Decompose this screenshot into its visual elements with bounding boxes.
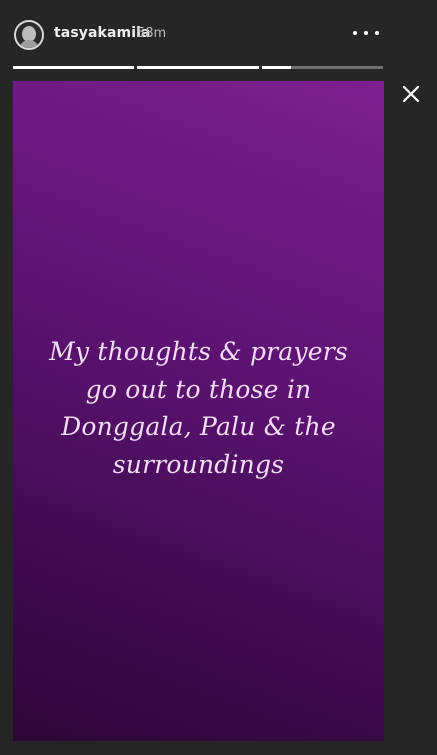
close-icon (402, 85, 420, 103)
more-horizontal-icon (375, 31, 379, 35)
story-content[interactable]: My thoughts & prayers go out to those in… (13, 81, 384, 741)
progress-segment-3 (261, 66, 383, 69)
more-options-button[interactable] (353, 23, 379, 43)
progress-segment-1 (13, 66, 135, 69)
story-text: My thoughts & prayers go out to those in… (49, 337, 348, 479)
close-button[interactable] (399, 82, 423, 106)
more-horizontal-icon (364, 31, 368, 35)
more-horizontal-icon (353, 31, 357, 35)
profile-avatar[interactable] (14, 20, 44, 50)
story-header: tasyakamila 58m (0, 0, 437, 70)
progress-segment-2 (137, 66, 259, 69)
story-progress-bar (13, 66, 383, 69)
story-viewer: tasyakamila 58m My thoughts & prayers go… (0, 0, 437, 755)
post-time: 58m (137, 26, 167, 41)
